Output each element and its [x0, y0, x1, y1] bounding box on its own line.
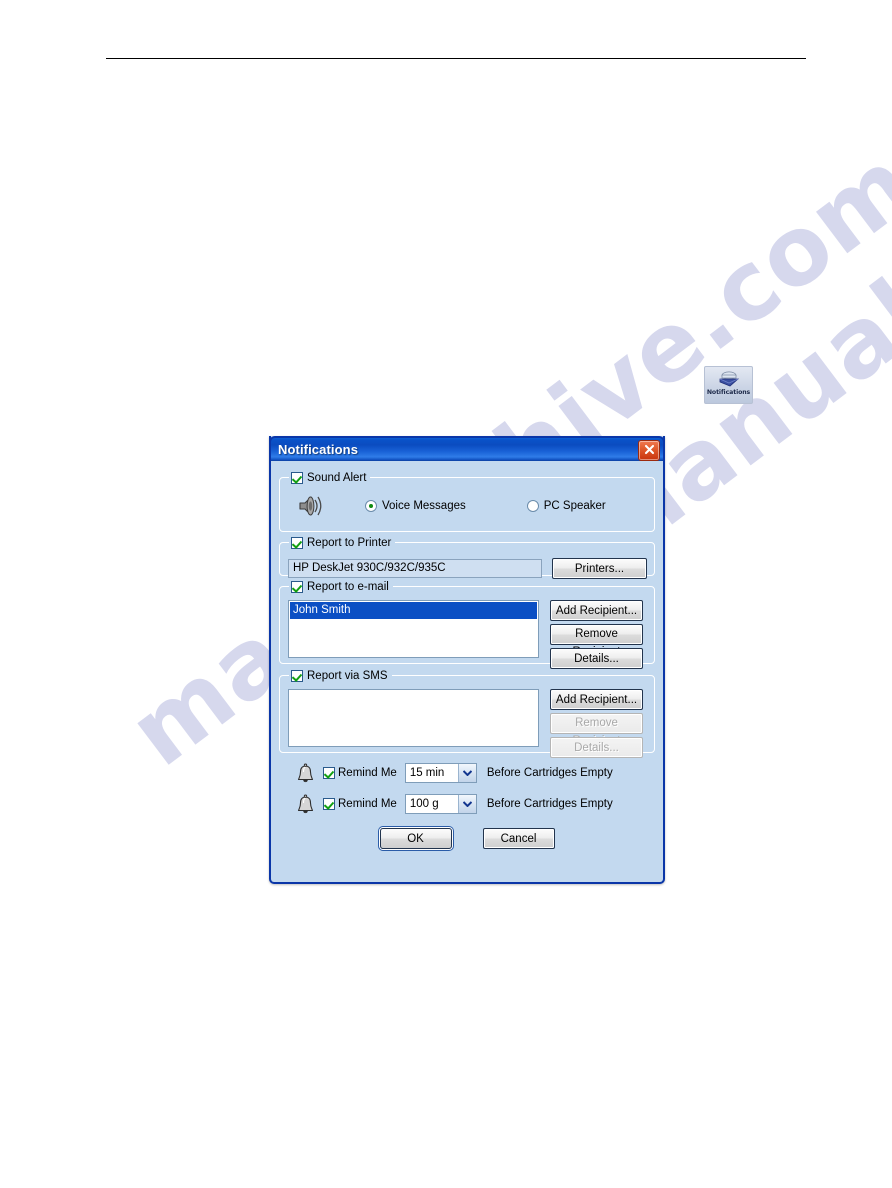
pc-speaker-radio[interactable] — [526, 499, 539, 512]
remind-me-weight-value: 100 g — [409, 798, 439, 810]
remind-me-time-value: 15 min — [409, 767, 445, 779]
radio-pc-speaker[interactable]: PC Speaker — [526, 499, 606, 512]
radio-voice-messages[interactable]: Voice Messages — [365, 499, 466, 512]
dialog-body: Sound Alert Voice Messages PC Speaker Re… — [271, 461, 663, 882]
remind-me-weight-select[interactable]: 100 g — [404, 794, 477, 814]
report-to-printer-legend: Report to Printer — [289, 535, 396, 550]
dialog-footer: OK Cancel — [279, 828, 655, 849]
sms-details-button: Details... — [550, 737, 643, 758]
report-to-printer-group: Report to Printer HP DeskJet 930C/932C/9… — [279, 535, 655, 579]
sms-add-recipient-button[interactable]: Add Recipient... — [550, 689, 643, 710]
remind-me-weight-checkbox[interactable] — [323, 798, 335, 810]
ok-button[interactable]: OK — [379, 828, 452, 849]
chevron-down-icon[interactable] — [457, 764, 476, 782]
report-to-email-legend: Report to e-mail — [289, 579, 393, 594]
report-via-sms-legend: Report via SMS — [289, 668, 392, 683]
dialog-titlebar[interactable]: Notifications — [269, 436, 665, 461]
sound-alert-group: Sound Alert Voice Messages PC Speaker — [279, 470, 655, 532]
list-item[interactable]: John Smith — [290, 602, 537, 619]
remind-me-time-select[interactable]: 15 min — [404, 763, 477, 783]
report-via-sms-label: Report via SMS — [307, 669, 388, 682]
bell-icon — [296, 794, 315, 815]
report-to-email-group: Report to e-mail John Smith Add Recipien… — [279, 579, 655, 669]
reminder-row-weight: Remind Me 100 g Before Cartridges Empty — [279, 793, 655, 815]
printer-name-field[interactable]: HP DeskJet 930C/932C/935C — [288, 559, 542, 578]
bell-icon — [296, 763, 315, 784]
printers-button[interactable]: Printers... — [552, 558, 647, 579]
report-to-email-checkbox[interactable] — [291, 580, 303, 593]
email-details-button[interactable]: Details... — [550, 648, 643, 669]
sms-recipients-list[interactable] — [288, 689, 539, 747]
sms-remove-recipient-button: Remove Recipient — [550, 713, 643, 747]
close-icon[interactable] — [638, 440, 660, 461]
voice-messages-radio[interactable] — [365, 499, 377, 512]
remind-me-time-suffix: Before Cartridges Empty — [486, 767, 613, 779]
envelope-tray-icon — [705, 370, 752, 389]
report-via-sms-group: Report via SMS Add Recipient... Remove R… — [279, 668, 655, 758]
remind-me-time-checkbox[interactable] — [323, 767, 335, 779]
reminder-row-time: Remind Me 15 min Before Cartridges Empty — [279, 762, 655, 784]
sound-alert-legend: Sound Alert — [289, 470, 371, 485]
report-via-sms-checkbox[interactable] — [291, 669, 303, 682]
sound-alert-checkbox[interactable] — [291, 471, 303, 484]
voice-messages-label: Voice Messages — [382, 499, 466, 512]
notifications-desktop-icon[interactable]: Notifications — [704, 366, 753, 404]
notifications-icon-label: Notifications — [706, 389, 751, 396]
sms-row: Add Recipient... Remove Recipient Detail… — [280, 676, 654, 758]
cancel-button[interactable]: Cancel — [482, 828, 555, 849]
email-button-column: Add Recipient... Remove Recipient Detail… — [550, 600, 643, 669]
sound-alert-label: Sound Alert — [307, 471, 367, 484]
email-remove-recipient-button[interactable]: Remove Recipient — [550, 624, 643, 658]
email-recipients-list[interactable]: John Smith — [288, 600, 539, 658]
speaker-icon — [296, 492, 326, 520]
dialog-title: Notifications — [278, 442, 359, 457]
sms-button-column: Add Recipient... Remove Recipient Detail… — [550, 689, 643, 758]
email-row: John Smith Add Recipient... Remove Recip… — [280, 587, 654, 669]
remind-me-weight-label: Remind Me — [338, 798, 397, 810]
email-add-recipient-button[interactable]: Add Recipient... — [550, 600, 643, 621]
pc-speaker-label: PC Speaker — [543, 499, 606, 512]
remind-me-time-label: Remind Me — [338, 767, 397, 779]
chevron-down-icon[interactable] — [457, 795, 476, 813]
report-to-printer-label: Report to Printer — [307, 536, 392, 549]
report-to-email-label: Report to e-mail — [307, 580, 389, 593]
remind-me-weight-suffix: Before Cartridges Empty — [486, 798, 613, 810]
report-to-printer-checkbox[interactable] — [291, 536, 303, 549]
notifications-dialog: Notifications Sound Alert Voice Messages… — [269, 436, 665, 884]
page-header-rule — [106, 58, 806, 59]
